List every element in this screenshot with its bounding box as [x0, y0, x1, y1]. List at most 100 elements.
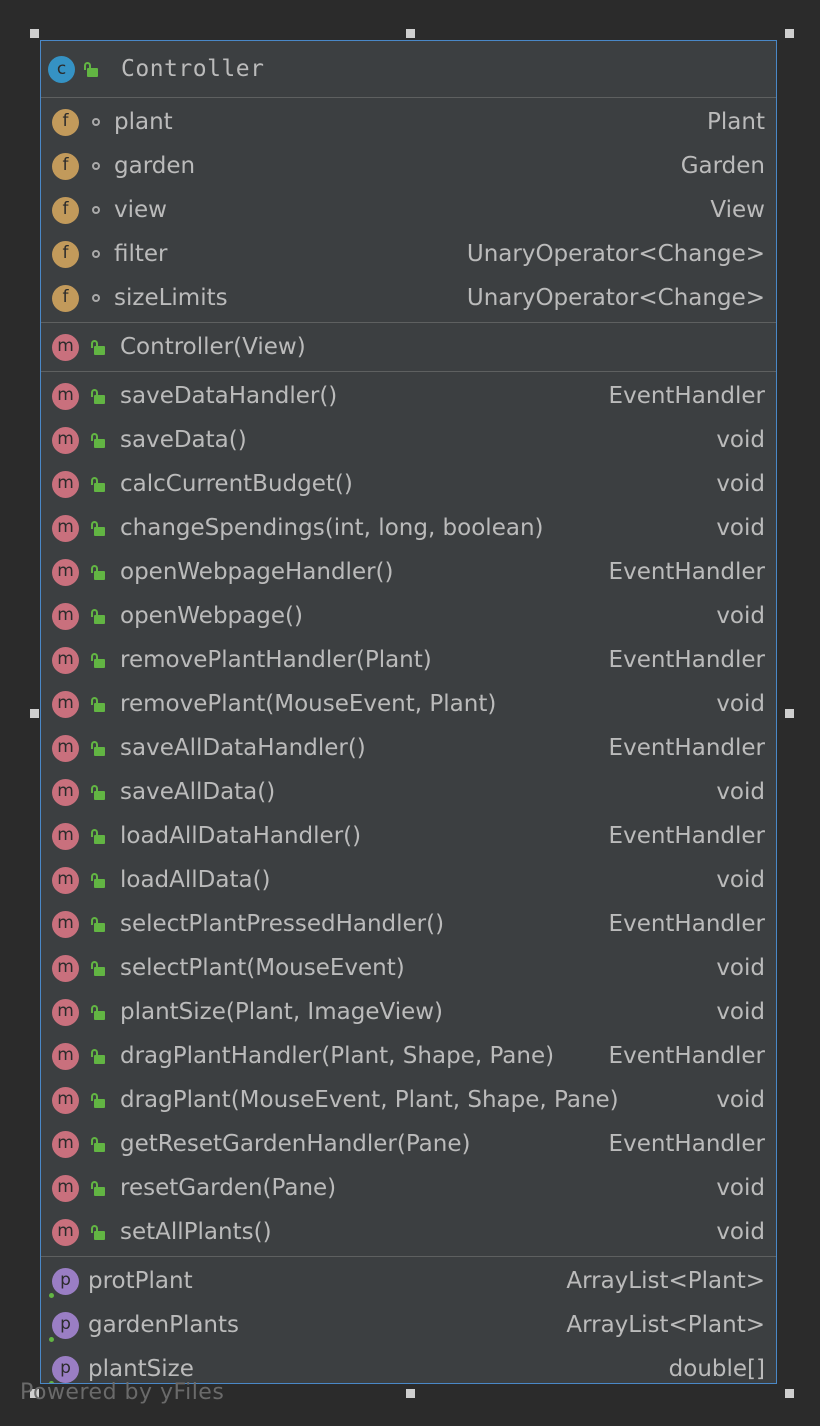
resize-handle-top-center[interactable] — [406, 29, 415, 38]
method-type: void — [716, 691, 765, 717]
package-private-icon — [92, 250, 100, 258]
method-badge-icon: m — [52, 426, 79, 454]
resize-handle-top-left[interactable] — [30, 29, 39, 38]
method-row[interactable]: m removePlantHandler(Plant) EventHandler — [41, 638, 776, 682]
public-lock-icon — [90, 872, 106, 888]
public-lock-icon — [90, 916, 106, 932]
powered-by-watermark: Powered by yFiles — [20, 1380, 225, 1405]
method-type: EventHandler — [608, 823, 765, 849]
method-type: void — [716, 471, 765, 497]
method-name: loadAllDataHandler() — [120, 823, 362, 849]
public-lock-icon — [90, 520, 106, 536]
method-name: calcCurrentBudget() — [120, 471, 353, 497]
public-lock-icon — [90, 1092, 106, 1108]
method-name: saveDataHandler() — [120, 383, 338, 409]
method-row[interactable]: m selectPlantPressedHandler() EventHandler — [41, 902, 776, 946]
method-type: void — [716, 1219, 765, 1245]
method-type: EventHandler — [608, 383, 765, 409]
method-row[interactable]: m resetGarden(Pane) void — [41, 1166, 776, 1210]
uml-class-node[interactable]: c Controller f plant Plant f garden Garden f vi… — [40, 40, 777, 1384]
prop-type: ArrayList<Plant> — [566, 1312, 765, 1338]
field-row[interactable]: f garden Garden — [41, 144, 776, 188]
method-name: selectPlantPressedHandler() — [120, 911, 445, 937]
field-badge-icon: f — [52, 240, 79, 268]
method-row[interactable]: m Controller(View) — [41, 325, 776, 369]
public-lock-icon — [90, 652, 106, 668]
field-type: Plant — [707, 109, 765, 135]
field-badge-icon: f — [52, 108, 79, 136]
method-row[interactable]: m loadAllData() void — [41, 858, 776, 902]
method-row[interactable]: m saveData() void — [41, 418, 776, 462]
method-row[interactable]: m setAllPlants() void — [41, 1210, 776, 1254]
method-row[interactable]: m plantSize(Plant, ImageView) void — [41, 990, 776, 1034]
method-type: EventHandler — [608, 735, 765, 761]
prop-row[interactable]: p gardenPlants ArrayList<Plant> — [41, 1303, 776, 1347]
method-name: loadAllData() — [120, 867, 271, 893]
public-lock-icon — [83, 61, 99, 77]
resize-handle-bottom-right[interactable] — [785, 1389, 794, 1398]
method-badge-icon: m — [52, 382, 79, 410]
methods-section: m saveDataHandler() EventHandler m saveData(… — [41, 372, 776, 1257]
field-type: Garden — [680, 153, 765, 179]
method-row[interactable]: m dragPlant(MouseEvent, Plant, Shape, Pan… — [41, 1078, 776, 1122]
resize-handle-middle-right[interactable] — [785, 709, 794, 718]
field-name: garden — [114, 153, 196, 179]
public-lock-icon — [90, 432, 106, 448]
public-lock-icon — [90, 1048, 106, 1064]
method-type: void — [716, 515, 765, 541]
prop-type: double[] — [668, 1356, 765, 1382]
prop-badge-icon: p — [49, 1311, 79, 1342]
field-row[interactable]: f sizeLimits UnaryOperator<Change> — [41, 276, 776, 320]
method-name: getResetGardenHandler(Pane) — [120, 1131, 471, 1157]
method-name: setAllPlants() — [120, 1219, 272, 1245]
method-row[interactable]: m removePlant(MouseEvent, Plant) void — [41, 682, 776, 726]
method-badge-icon: m — [52, 778, 79, 806]
resize-handle-bottom-center[interactable] — [406, 1389, 415, 1398]
field-badge-icon: f — [52, 152, 79, 180]
constructors-section: m Controller(View) — [41, 323, 776, 372]
field-type: UnaryOperator<Change> — [466, 285, 765, 311]
method-badge-icon: m — [52, 514, 79, 542]
public-lock-icon — [90, 1136, 106, 1152]
method-name: saveData() — [120, 427, 247, 453]
method-row[interactable]: m calcCurrentBudget() void — [41, 462, 776, 506]
prop-badge-icon: p — [49, 1267, 79, 1298]
resize-handle-top-right[interactable] — [785, 29, 794, 38]
method-row[interactable]: m dragPlantHandler(Plant, Shape, Pane) Eve… — [41, 1034, 776, 1078]
field-row[interactable]: f plant Plant — [41, 100, 776, 144]
method-row[interactable]: m changeSpendings(int, long, boolean) void — [41, 506, 776, 550]
field-name: plant — [114, 109, 173, 135]
field-row[interactable]: f filter UnaryOperator<Change> — [41, 232, 776, 276]
package-private-icon — [92, 206, 100, 214]
field-row[interactable]: f view View — [41, 188, 776, 232]
public-lock-icon — [90, 828, 106, 844]
prop-row[interactable]: p plantSize double[] — [41, 1347, 776, 1383]
resize-handle-middle-left[interactable] — [30, 709, 39, 718]
public-lock-icon — [90, 388, 106, 404]
method-name: selectPlant(MouseEvent) — [120, 955, 405, 981]
method-row[interactable]: m getResetGardenHandler(Pane) EventHandler — [41, 1122, 776, 1166]
method-row[interactable]: m openWebpageHandler() EventHandler — [41, 550, 776, 594]
method-type: void — [716, 955, 765, 981]
properties-section: p protPlant ArrayList<Plant> p gardenPlants A… — [41, 1257, 776, 1383]
field-name: filter — [114, 241, 168, 267]
method-row[interactable]: m selectPlant(MouseEvent) void — [41, 946, 776, 990]
method-name: removePlant(MouseEvent, Plant) — [120, 691, 497, 717]
public-lock-icon — [90, 1004, 106, 1020]
method-row[interactable]: m saveDataHandler() EventHandler — [41, 374, 776, 418]
method-type: EventHandler — [608, 559, 765, 585]
method-badge-icon: m — [52, 822, 79, 850]
method-row[interactable]: m openWebpage() void — [41, 594, 776, 638]
prop-badge-icon: p — [49, 1355, 79, 1383]
method-row[interactable]: m loadAllDataHandler() EventHandler — [41, 814, 776, 858]
method-type: void — [716, 1175, 765, 1201]
method-name: Controller(View) — [120, 334, 306, 360]
method-type: EventHandler — [608, 647, 765, 673]
method-badge-icon: m — [52, 734, 79, 762]
field-name: sizeLimits — [114, 285, 228, 311]
method-badge-icon: m — [52, 470, 79, 498]
method-row[interactable]: m saveAllData() void — [41, 770, 776, 814]
method-type: void — [716, 779, 765, 805]
method-row[interactable]: m saveAllDataHandler() EventHandler — [41, 726, 776, 770]
prop-row[interactable]: p protPlant ArrayList<Plant> — [41, 1259, 776, 1303]
